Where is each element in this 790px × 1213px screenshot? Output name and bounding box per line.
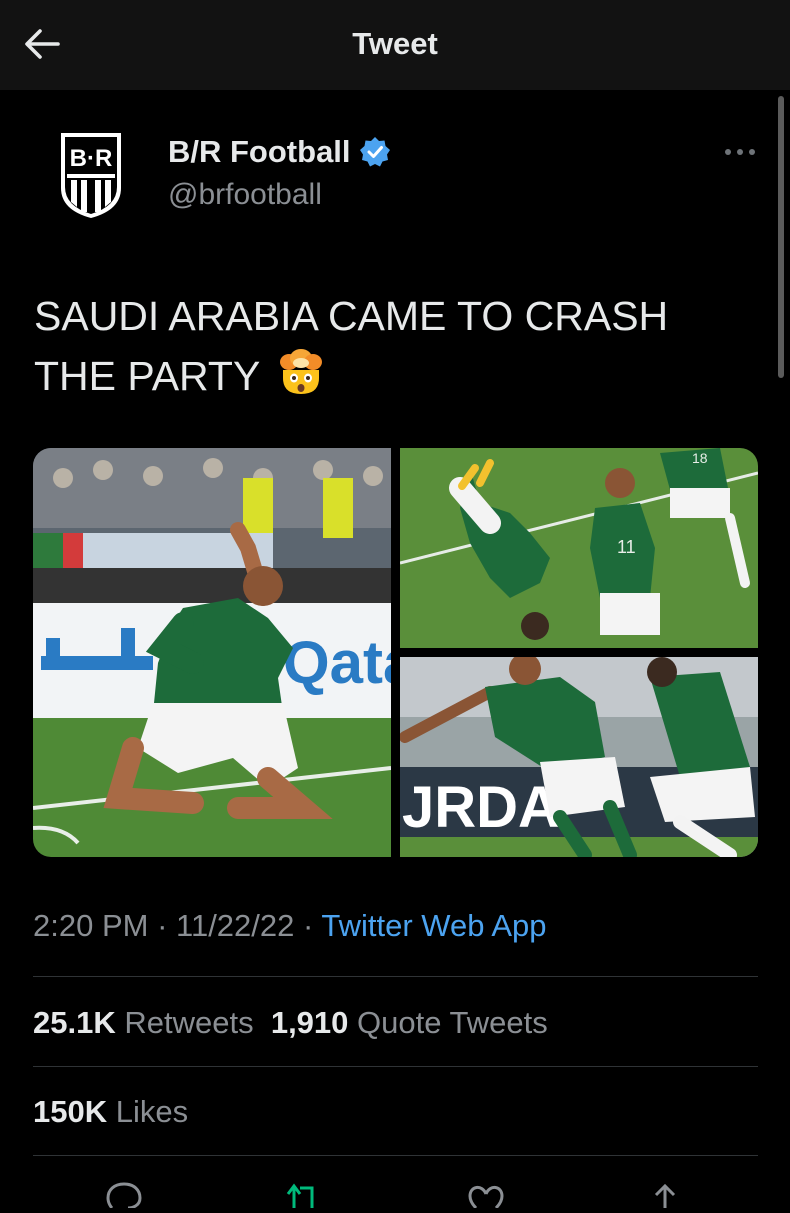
media-grid: Qata 11 18 [33,448,758,857]
share-button[interactable] [643,1178,687,1208]
scrollbar[interactable] [778,96,784,378]
media-photo-1[interactable]: Qata [33,448,391,857]
author-name-row[interactable]: B/R Football [168,134,391,170]
like-icon [468,1186,504,1210]
avatar[interactable]: B·R [58,130,124,220]
tweet-meta: 2:20 PM · 11/22/22 · Twitter Web App [33,908,547,944]
tweet-time: 2:20 PM [33,908,149,943]
media-photo-2[interactable]: 11 18 [400,448,758,648]
display-name: B/R Football [168,134,351,169]
tweet-text: SAUDI ARABIA CAME TO CRASH THE PARTY [34,286,754,406]
photo-player-flip: 11 18 [400,448,758,648]
quote-tweets-stat[interactable]: 1,910 Quote Tweets [271,1005,548,1040]
svg-text:B·R: B·R [70,145,113,172]
retweets-stat[interactable]: 25.1K Retweets [33,1005,254,1040]
top-bar: Tweet [0,0,790,90]
meta-separator: · [148,908,177,943]
action-bar [0,1178,790,1210]
jersey-number-11: 11 [617,537,636,557]
tweet-source-link[interactable]: Twitter Web App [321,908,546,943]
share-icon [654,1183,676,1208]
quotes-count: 1,910 [270,1005,349,1040]
photo-player-kneeling: Qata [33,448,391,857]
tweet-body: SAUDI ARABIA CAME TO CRASH THE PARTY [34,293,669,399]
banner-text: Qata [283,629,391,696]
exploding-head-emoji [279,349,322,394]
quotes-label: Quote Tweets [357,1005,548,1040]
verified-badge-icon [359,137,390,167]
more-horizontal-icon [725,149,755,155]
divider [33,1155,758,1156]
likes-stat[interactable]: 150K Likes [33,1094,188,1129]
br-football-logo: B·R [61,133,121,218]
likes-label: Likes [115,1094,189,1129]
tweet-date: 11/22/22 [176,908,295,943]
page-title: Tweet [352,26,438,61]
author-handle[interactable]: @brfootball [168,178,322,212]
reply-button[interactable] [102,1178,146,1210]
divider [33,1066,758,1067]
retweet-icon [286,1183,314,1208]
retweets-label: Retweets [124,1005,254,1040]
media-photo-3[interactable]: JRDA [400,657,758,857]
jersey-number-18: 18 [692,450,708,466]
reply-icon [106,1182,142,1210]
like-button[interactable] [464,1178,508,1210]
meta-separator: · [294,908,322,943]
divider [33,976,758,977]
retweet-button[interactable] [280,1178,324,1208]
banner-text-2: JRDA [402,775,560,840]
retweets-count: 25.1K [33,1005,116,1040]
stats-row: 25.1K Retweets 1,910 Quote Tweets [33,1005,548,1041]
likes-row: 150K Likes [33,1094,188,1130]
photo-players-celebrating: JRDA [400,657,758,857]
likes-count: 150K [33,1094,108,1129]
more-button[interactable] [722,140,758,164]
